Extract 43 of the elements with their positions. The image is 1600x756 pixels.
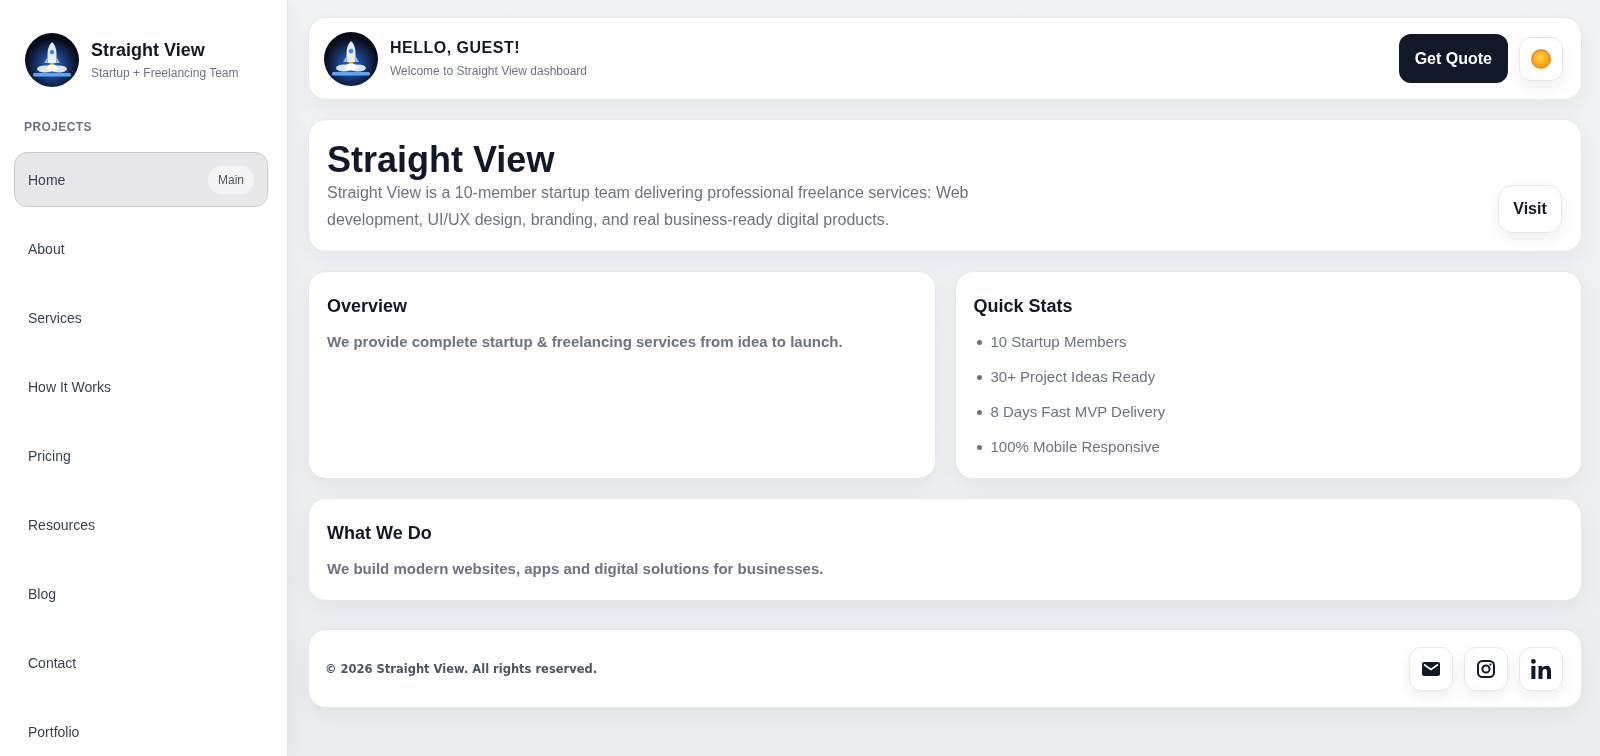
theme-toggle-button[interactable] xyxy=(1519,36,1563,81)
instagram-icon xyxy=(1477,659,1495,678)
bullet-icon xyxy=(976,409,982,415)
nav-item[interactable]: Home Main xyxy=(14,152,268,207)
nav-item[interactable]: Blog xyxy=(14,566,268,621)
nav-item[interactable]: Portfolio xyxy=(14,704,268,756)
bullet-icon xyxy=(976,374,982,380)
greeting-title: HELLO, GUEST! xyxy=(390,39,522,57)
card-title: Overview xyxy=(327,295,409,317)
welcome-text: Welcome to Straight View dashboard xyxy=(390,64,587,78)
nav-item[interactable]: About xyxy=(14,221,268,276)
nav-item[interactable]: Contact xyxy=(14,635,268,690)
rocket-logo-icon xyxy=(25,33,79,87)
visit-button[interactable]: Visit xyxy=(1498,185,1562,233)
nav-item[interactable]: Resources xyxy=(14,497,268,552)
nav-item[interactable]: Services xyxy=(14,290,268,345)
mail-icon xyxy=(1422,661,1440,676)
stat-item: 30+ Project Ideas Ready xyxy=(990,367,1156,387)
nav-item[interactable]: Pricing xyxy=(14,428,268,483)
instagram-button[interactable] xyxy=(1464,646,1508,691)
hero-title: Straight View xyxy=(327,141,556,179)
brand-tagline: Startup + Freelancing Team xyxy=(91,66,239,80)
stat-item: 8 Days Fast MVP Delivery xyxy=(990,402,1166,422)
stat-item: 100% Mobile Responsive xyxy=(990,437,1160,457)
hero-description: Straight View is a 10-member startup team delivering professional freelance services: Web development, UI/UX design, branding, and real business-ready digital products. xyxy=(327,183,970,230)
card-text: We build modern websites, apps and digital solutions for businesses. xyxy=(327,559,825,579)
stat-item: 10 Startup Members xyxy=(990,332,1127,352)
linkedin-icon xyxy=(1531,658,1551,679)
nav-badge: Main xyxy=(208,165,254,194)
bullet-icon xyxy=(976,444,982,450)
brand-name: Straight View xyxy=(91,40,206,61)
card-title: Quick Stats xyxy=(973,295,1074,317)
rocket-logo-icon xyxy=(324,31,378,86)
card-title: What We Do xyxy=(327,522,433,544)
card-text: We provide complete startup & freelancing services from idea to launch. xyxy=(327,332,844,352)
nav-item[interactable]: How It Works xyxy=(14,359,268,414)
bullet-icon xyxy=(976,339,982,345)
linkedin-button[interactable] xyxy=(1519,646,1563,691)
copyright-text: © 2026 Straight View. All rights reserved. xyxy=(325,661,598,676)
section-heading: PROJECTS xyxy=(24,120,93,134)
email-button[interactable] xyxy=(1409,646,1453,691)
sun-icon xyxy=(1530,47,1552,70)
get-quote-button[interactable]: Get Quote xyxy=(1398,34,1508,83)
